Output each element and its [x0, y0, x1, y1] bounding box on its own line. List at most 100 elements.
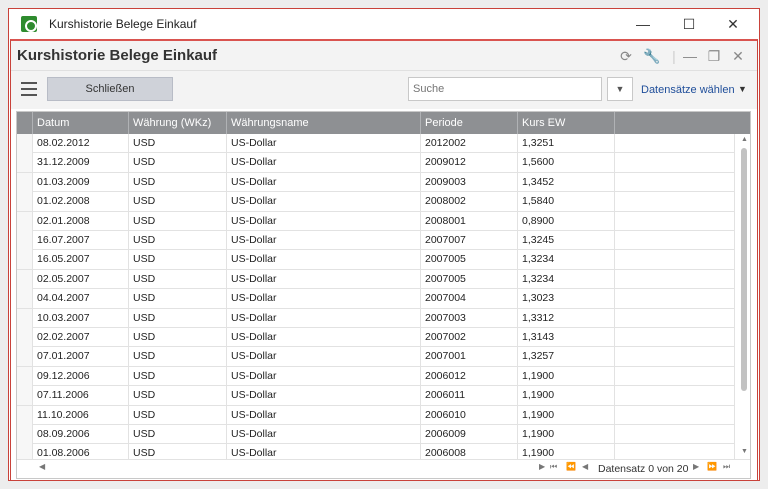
column-header-waehrungsname[interactable]: Währungsname: [227, 112, 421, 134]
table-row[interactable]: 08.09.2006 USD US-Dollar 2006009 1,1900: [17, 425, 735, 445]
table-cell: 2007003: [421, 308, 518, 328]
table-cell: 1,3245: [518, 231, 615, 250]
table-row[interactable]: 02.01.2008 USD US-Dollar 2008001 0,8900: [17, 211, 735, 231]
close-button[interactable]: Schließen: [47, 77, 173, 101]
row-selector[interactable]: [17, 328, 33, 347]
row-selector[interactable]: [17, 231, 33, 250]
table-row[interactable]: 07.11.2006 USD US-Dollar 2006011 1,1900: [17, 386, 735, 406]
prev-page-fast-icon[interactable]: ⏪: [566, 462, 576, 471]
table-cell: US-Dollar: [227, 231, 421, 250]
last-page-icon[interactable]: ⏭: [723, 462, 730, 472]
table-cell: [615, 347, 735, 367]
refresh-icon[interactable]: ⟳: [617, 47, 635, 65]
scrollbar-thumb[interactable]: [741, 148, 747, 391]
search-dropdown-button[interactable]: ▼: [607, 77, 633, 101]
next-record-icon[interactable]: ▶: [693, 462, 699, 471]
table-row[interactable]: 04.04.2007 USD US-Dollar 2007004 1,3023: [17, 289, 735, 309]
table-cell: US-Dollar: [227, 328, 421, 347]
table-cell: USD: [129, 425, 227, 444]
table-cell: 1,3251: [518, 134, 615, 153]
row-selector[interactable]: [17, 153, 33, 173]
table-cell: 1,3143: [518, 328, 615, 347]
record-status: Datensatz 0 von 20: [598, 463, 689, 475]
row-selector[interactable]: [17, 192, 33, 212]
table-cell: US-Dollar: [227, 134, 421, 153]
row-selector[interactable]: [17, 366, 33, 386]
row-selector[interactable]: [17, 405, 33, 425]
panel-minimize-icon[interactable]: —: [681, 47, 699, 65]
table-cell: US-Dollar: [227, 386, 421, 406]
panel-restore-icon[interactable]: ❐: [705, 47, 723, 65]
scroll-down-icon[interactable]: ▼: [741, 448, 748, 455]
table-cell: USD: [129, 386, 227, 406]
table-cell: 2007004: [421, 289, 518, 309]
table-row[interactable]: 02.05.2007 USD US-Dollar 2007005 1,3234: [17, 269, 735, 290]
table-cell: [615, 289, 735, 309]
row-selector[interactable]: [17, 134, 33, 153]
table-row[interactable]: 31.12.2009 USD US-Dollar 2009012 1,5600: [17, 153, 735, 173]
table-row[interactable]: 08.02.2012 USD US-Dollar 2012002 1,3251: [17, 134, 735, 154]
table-cell: [615, 250, 735, 270]
column-header-periode[interactable]: Periode: [421, 112, 518, 134]
table-cell: 1,3257: [518, 347, 615, 367]
row-selector[interactable]: [17, 289, 33, 309]
column-header-datum[interactable]: Datum: [33, 112, 129, 134]
table-row[interactable]: 02.02.2007 USD US-Dollar 2007002 1,3143: [17, 328, 735, 348]
table-cell: 1,1900: [518, 366, 615, 386]
table-cell: USD: [129, 366, 227, 386]
table-cell: US-Dollar: [227, 211, 421, 231]
table-cell: 2012002: [421, 134, 518, 153]
row-selector[interactable]: [17, 386, 33, 406]
table-cell: 0,8900: [518, 211, 615, 231]
table-row[interactable]: 01.03.2009 USD US-Dollar 2009003 1,3452: [17, 172, 735, 193]
panel-close-icon[interactable]: ✕: [729, 47, 747, 65]
maximize-icon[interactable]: ☐: [675, 13, 703, 35]
table-row[interactable]: 16.05.2007 USD US-Dollar 2007005 1,3234: [17, 250, 735, 270]
row-selector[interactable]: [17, 269, 33, 289]
window-titlebar: Kurshistorie Belege Einkauf — ☐ ✕: [9, 9, 759, 39]
row-selector[interactable]: [17, 308, 33, 328]
prev-record-icon[interactable]: ◀: [582, 462, 588, 471]
row-selector[interactable]: [17, 425, 33, 444]
table-cell: 2007005: [421, 269, 518, 289]
table-row[interactable]: 11.10.2006 USD US-Dollar 2006010 1,1900: [17, 405, 735, 425]
table-row[interactable]: 01.02.2008 USD US-Dollar 2008002 1,5840: [17, 192, 735, 212]
table-cell: 2006012: [421, 366, 518, 386]
close-icon[interactable]: ✕: [719, 13, 747, 35]
select-records-link[interactable]: Datensätze wählen: [641, 84, 735, 96]
content-frame: Kurshistorie Belege Einkauf ⟳ 🔧 | — ❐ ✕ …: [10, 39, 758, 481]
column-header-waehrung[interactable]: Währung (WKz): [129, 112, 227, 134]
wrench-icon[interactable]: 🔧: [643, 47, 661, 65]
table-cell: US-Dollar: [227, 250, 421, 270]
next-page-fast-icon[interactable]: ⏩: [707, 462, 717, 471]
table-cell: [615, 405, 735, 425]
table-row[interactable]: 09.12.2006 USD US-Dollar 2006012 1,1900: [17, 366, 735, 387]
vertical-scrollbar[interactable]: ▲ ▼: [738, 134, 750, 458]
first-page-icon[interactable]: ⏮: [550, 462, 557, 472]
row-selector[interactable]: [17, 211, 33, 231]
minimize-icon[interactable]: —: [629, 13, 657, 35]
page-header: Kurshistorie Belege Einkauf ⟳ 🔧 | — ❐ ✕: [11, 41, 757, 71]
table-cell: USD: [129, 231, 227, 250]
table-cell: 2009012: [421, 153, 518, 173]
row-selector[interactable]: [17, 250, 33, 270]
search-input[interactable]: [408, 77, 602, 101]
table-cell: US-Dollar: [227, 192, 421, 212]
row-selector[interactable]: [17, 172, 33, 192]
scroll-left-icon[interactable]: ◀: [39, 462, 45, 471]
scroll-up-icon[interactable]: ▲: [741, 136, 748, 143]
table-row[interactable]: 16.07.2007 USD US-Dollar 2007007 1,3245: [17, 231, 735, 251]
table-cell: USD: [129, 172, 227, 192]
table-row[interactable]: 07.01.2007 USD US-Dollar 2007001 1,3257: [17, 347, 735, 367]
row-selector[interactable]: [17, 347, 33, 367]
table-row[interactable]: 10.03.2007 USD US-Dollar 2007003 1,3312: [17, 308, 735, 328]
table-cell: 2007005: [421, 250, 518, 270]
table-cell: USD: [129, 134, 227, 153]
scroll-right-icon[interactable]: ▶: [539, 462, 545, 471]
table-cell: [615, 172, 735, 192]
column-header-kurs[interactable]: Kurs EW: [518, 112, 615, 134]
chevron-down-icon[interactable]: ▼: [738, 84, 747, 94]
table-cell: [615, 269, 735, 289]
table-cell: 02.01.2008: [33, 211, 129, 231]
menu-icon[interactable]: [21, 82, 37, 96]
